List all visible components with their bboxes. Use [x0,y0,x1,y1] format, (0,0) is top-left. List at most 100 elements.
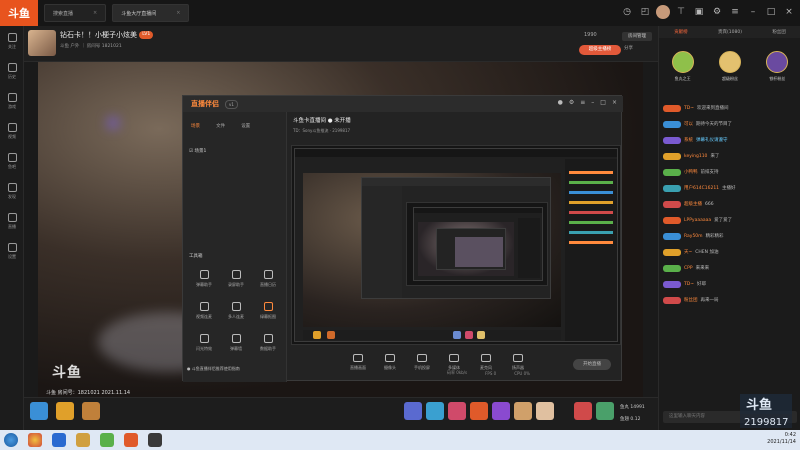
tshirt-icon[interactable]: ⊤ [674,5,688,19]
tab-scene[interactable]: 场景 [191,123,200,129]
rank-3[interactable]: 铁杆粉丝 [766,50,789,82]
maximize-icon[interactable]: □ [764,5,778,19]
tool-flash[interactable]: 闪光特效 [189,334,219,358]
shop-icon[interactable]: ▣ [692,5,706,19]
gift-backpack[interactable] [574,402,592,420]
tab-fans[interactable]: 粉丝团 [772,29,786,35]
chat-user[interactable]: CPP [684,266,693,271]
user-avatar[interactable] [656,5,670,19]
chat-message-list[interactable]: TD~ 欢迎来到直播间 可以 期待今天的节目了 系统 弹幕礼仪请遵守 keying11… [659,100,800,410]
tool-record[interactable]: 录屏助手 [221,270,251,294]
share-button[interactable]: 分享 [624,45,633,51]
media-player-icon[interactable] [100,433,114,447]
chat-message: 小鸭鸭 前排支持 [659,164,800,180]
tab-label: 斗鱼大厅直播间 [121,10,157,17]
tab-file[interactable]: 文件 [216,123,225,129]
tool-green-screen[interactable]: 绿幕抠图 [253,302,283,326]
sidebar-item-live[interactable]: 直播 [0,206,24,236]
scene-item[interactable]: ☑ 场景1 [189,148,206,154]
sidebar-item-game[interactable]: 游戏 [0,86,24,116]
sidebar-item-settings[interactable]: 设置 [0,236,24,266]
hot-rank-button[interactable]: 超级主播榜 [579,45,621,55]
media-icon [449,354,459,362]
guide-tip[interactable]: ● 斗鱼直播伴侣推荐使用指南 [187,366,240,372]
tab-search[interactable]: 搜索直播 × [44,4,107,22]
avatar-icon[interactable]: ● [558,99,563,106]
close-icon[interactable]: × [176,10,180,16]
chat-text: 弹幕礼仪请遵守 [696,138,728,143]
rank-1[interactable]: 鱼丸之王 [671,50,694,82]
tool-calendar[interactable]: 直播日历 [253,270,283,294]
tool-data[interactable]: 数据助手 [253,334,283,358]
chat-user[interactable]: 超级主播 [684,201,702,207]
minimize-icon[interactable]: – [591,99,594,106]
rank-2[interactable]: 超级粉丝 [718,50,741,82]
gift-7[interactable] [536,402,554,420]
chat-message: TD~ 欢迎来到直播间 [659,100,800,116]
gift-bar: 鱼丸 14991 鱼翅 0.12 [24,397,658,430]
gear-icon [7,242,17,252]
chat-user[interactable]: 用户614C16211 [684,185,719,191]
gift-2[interactable] [426,402,444,420]
tab-vip[interactable]: 贵宾(1080) [718,29,742,35]
gift-bonus[interactable] [56,402,74,420]
chat-text: CHEN 加油 [695,250,719,255]
menu-icon[interactable]: ≡ [580,99,585,106]
minimize-icon[interactable]: – [746,5,760,19]
sidebar-item-follow[interactable]: 关注 [0,26,24,56]
chat-user[interactable]: 可以 [684,121,693,127]
close-window-icon[interactable]: × [782,5,796,19]
gift-fishball[interactable] [30,402,48,420]
system-clock[interactable]: 0:42 2021/11/14 [767,432,796,446]
sidebar-item-video[interactable]: 视频 [0,116,24,146]
clock-icon[interactable]: ◷ [620,5,634,19]
gift-crown[interactable] [82,402,100,420]
gift-4[interactable] [470,402,488,420]
tab-room[interactable]: 斗鱼大厅直播间 × [112,4,190,22]
windows-start-icon[interactable] [4,433,18,447]
chat-user[interactable]: LPPyaaaaaa [684,218,711,223]
sidebar-item-discover[interactable]: 发现 [0,176,24,206]
ie-icon[interactable] [52,433,66,447]
chat-user[interactable]: 天~ [684,249,692,255]
gift-recharge[interactable] [596,402,614,420]
menu-icon[interactable]: ≡ [728,5,742,19]
gift-3[interactable] [448,402,466,420]
companion-app-icon[interactable] [148,433,162,447]
maximize-icon[interactable]: □ [600,99,606,106]
sidebar-item-label: 鱼吧 [8,163,16,169]
chat-text: 期待今天的节目了 [696,122,732,127]
folder-icon[interactable] [76,433,90,447]
sidebar-item-label: 直播 [8,223,16,229]
chat-user[interactable]: keying110 [684,154,707,159]
chat-user[interactable]: TD~ [684,106,694,111]
tool-video-link[interactable]: 视频连麦 [189,302,219,326]
sidebar-item-history[interactable]: 历史 [0,56,24,86]
sidebar-item-forum[interactable]: 鱼吧 [0,146,24,176]
chat-user[interactable]: 系统 [684,137,693,143]
chrome-icon[interactable] [28,433,42,447]
settings-icon[interactable]: ⚙ [710,5,724,19]
tool-danmu[interactable]: 弹幕助手 [189,270,219,294]
gift-5[interactable] [492,402,510,420]
anchor-avatar[interactable] [28,30,56,56]
chat-user[interactable]: TD~ [684,282,694,287]
douyu-app-icon[interactable] [124,433,138,447]
chat-user[interactable]: 粉丝团 [684,297,698,303]
tab-settings[interactable]: 设置 [241,123,250,129]
gift-icon[interactable]: ◰ [638,5,652,19]
close-icon[interactable]: × [612,99,617,106]
room-manage-button[interactable]: 房间管理 [622,32,652,41]
settings-icon[interactable]: ⚙ [569,99,574,106]
companion-status-bar: 码率 0kb/s FPS 0 CPU 0% [287,366,623,380]
gift-6[interactable] [514,402,532,420]
close-icon[interactable]: × [93,10,97,16]
chat-user[interactable]: 小鸭鸭 [684,169,698,175]
clock-date: 2021/11/14 [767,439,796,445]
tab-contribution[interactable]: 贡献榜 [674,29,688,35]
tool-multi-link[interactable]: 多人连麦 [221,302,251,326]
gift-1[interactable] [404,402,422,420]
chat-user[interactable]: Ray50m [684,234,703,239]
preview-canvas[interactable] [291,145,621,345]
tool-danmu-wall[interactable]: 弹幕墙 [221,334,251,358]
